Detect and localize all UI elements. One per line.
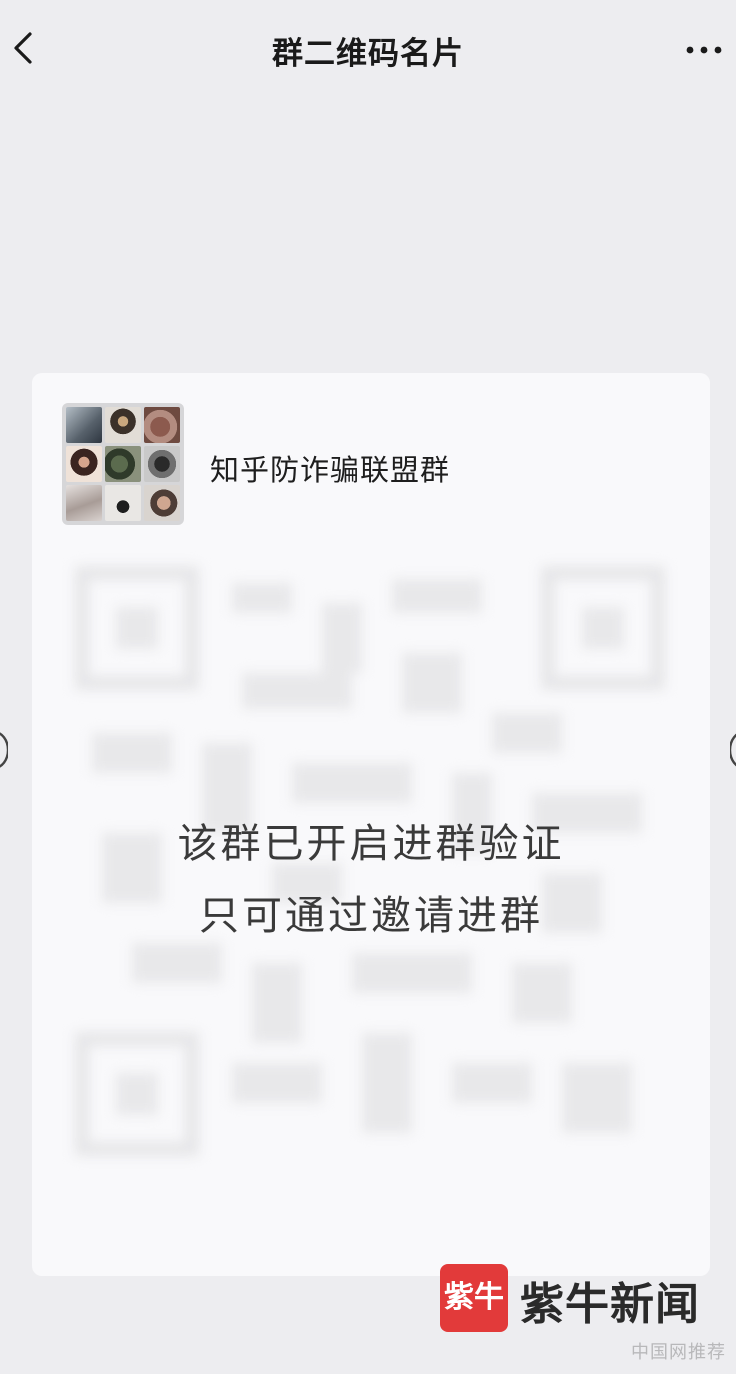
member-avatar [144,446,180,482]
navigation-bar: 群二维码名片 [0,0,736,100]
member-avatar [144,407,180,443]
group-avatar [62,403,184,525]
more-button[interactable] [682,30,726,70]
member-avatar [66,485,102,521]
page-title: 群二维码名片 [272,36,464,72]
member-avatar [105,485,141,521]
watermark-brand-name: 紫牛新闻 [520,1279,700,1330]
member-avatar [144,485,180,521]
more-horizontal-icon [686,46,722,54]
member-avatar [105,407,141,443]
right-edge-arc [730,733,736,767]
verification-notice: 该群已开启进群验证 [177,821,565,867]
watermark-logo: 紫牛 [440,1264,508,1332]
left-edge-arc [0,732,8,768]
source-watermark: 中国网推荐 [631,1342,726,1363]
invite-only-notice: 只可通过邀请进群 [199,893,543,939]
group-qr-card: 知乎防诈骗联盟群 该群已开启进群验证 只可通过邀请进群 [32,373,710,1276]
member-avatar [66,446,102,482]
member-avatar [66,407,102,443]
member-avatar [105,446,141,482]
group-name: 知乎防诈骗联盟群 [210,453,451,487]
